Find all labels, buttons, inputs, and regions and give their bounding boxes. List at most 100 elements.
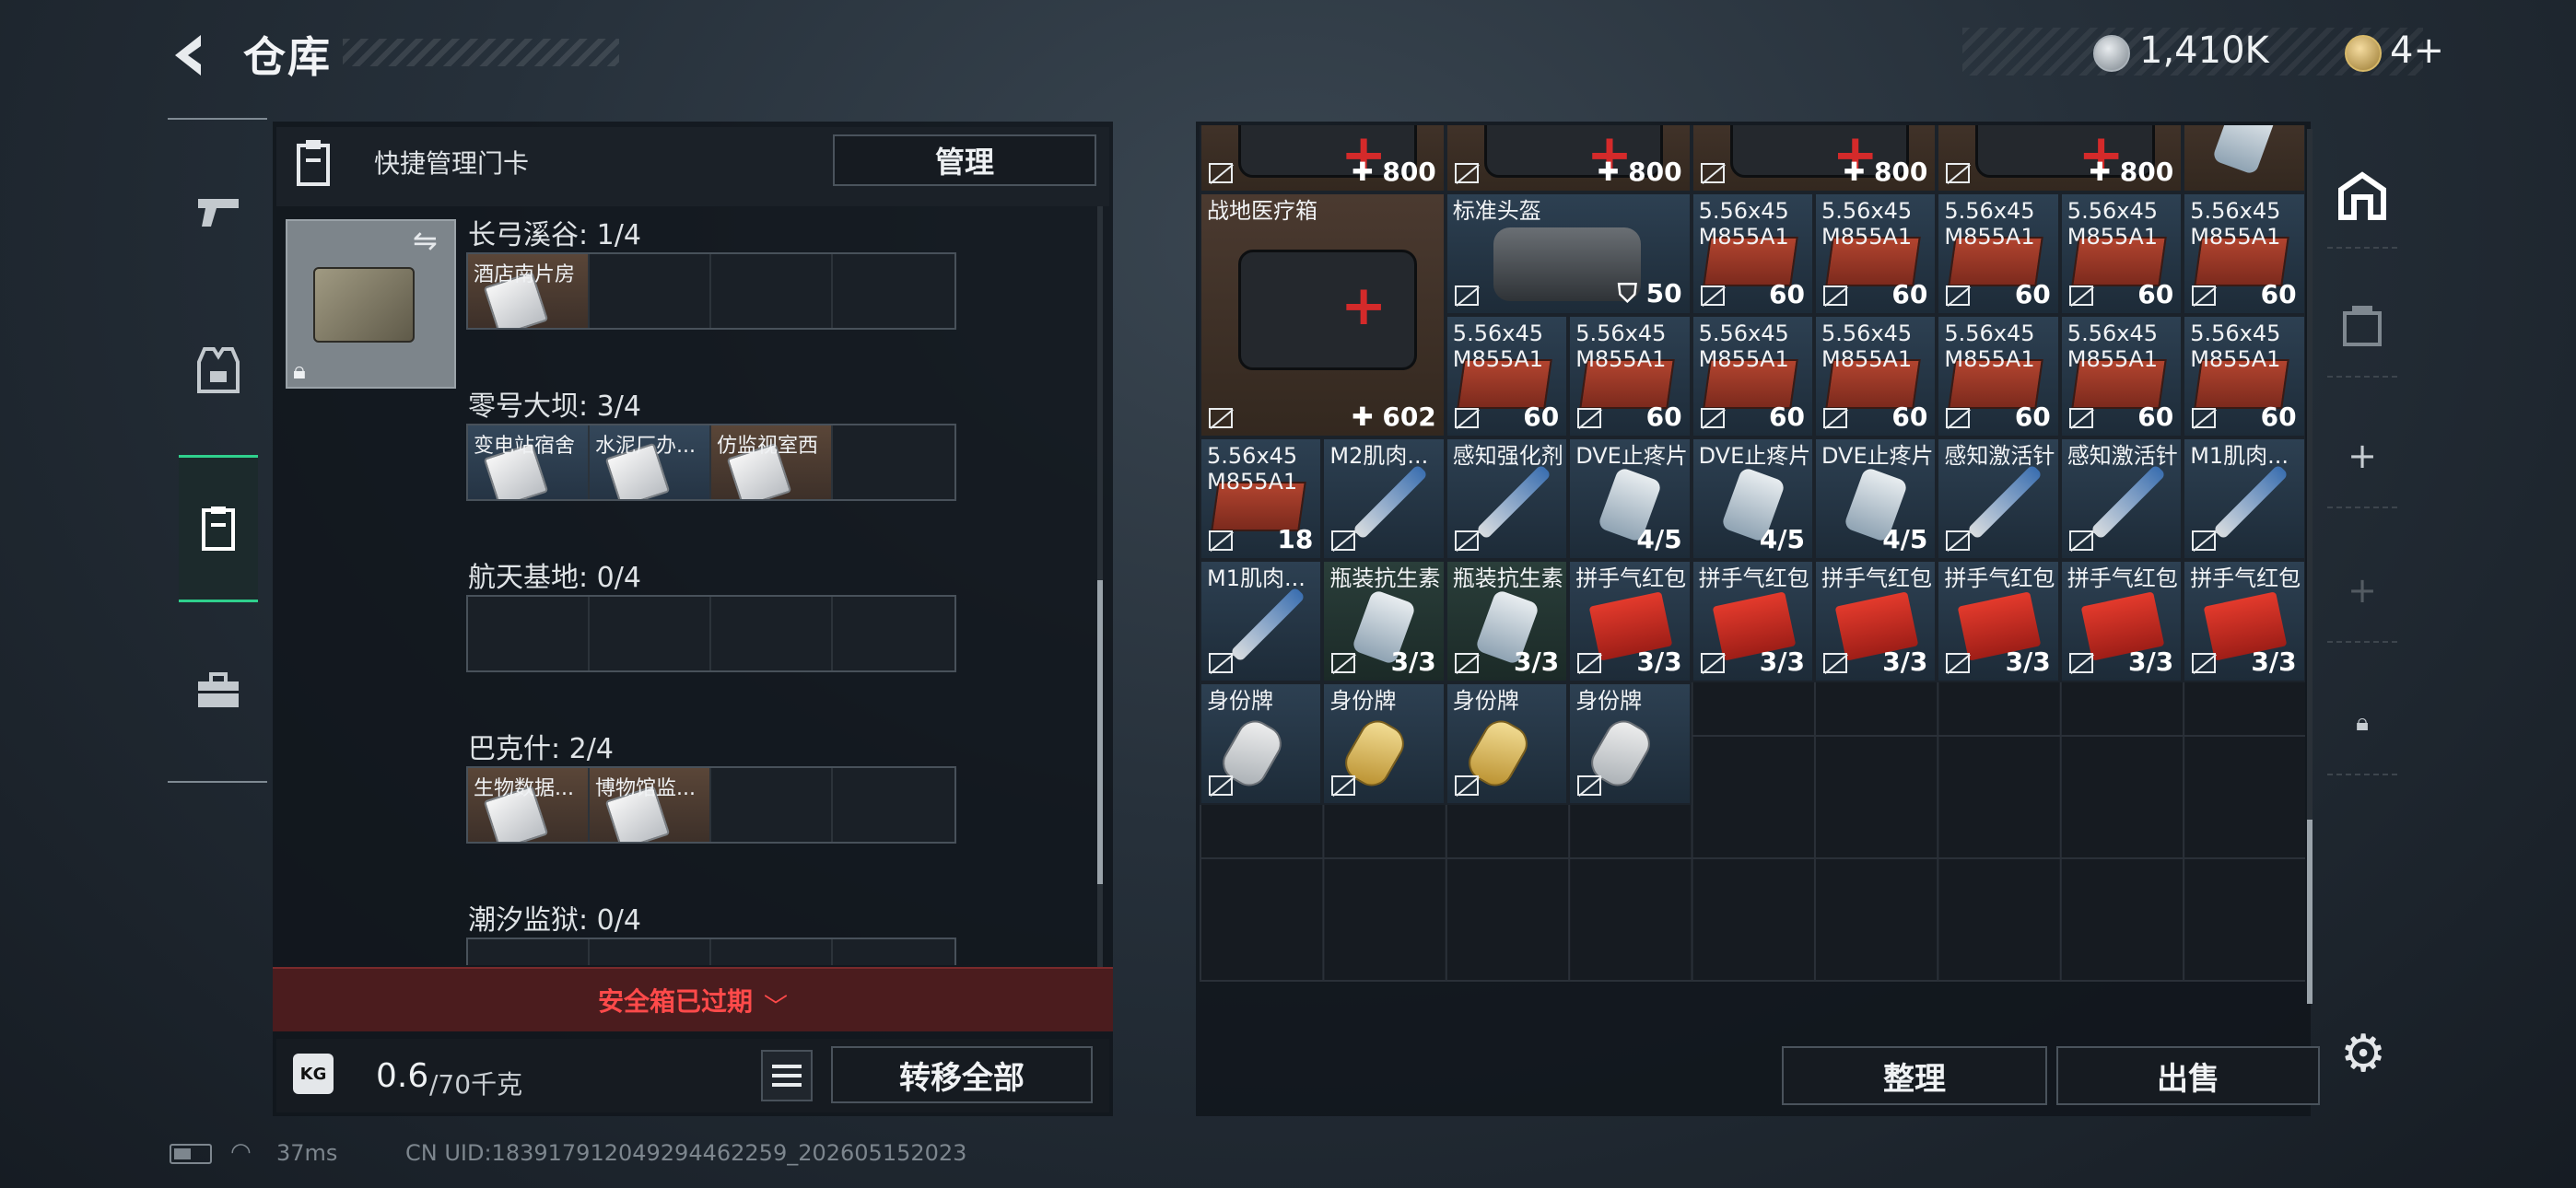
keycard-slot[interactable]: 仿监视室西: [711, 425, 833, 499]
empty-keycard-slot[interactable]: [833, 425, 954, 499]
stash-item[interactable]: 5.56x45 M855A1 60: [2059, 315, 2184, 437]
stash-item[interactable]: ✚ 800: [1937, 125, 2184, 192]
empty-keycard-slot[interactable]: [711, 254, 833, 328]
stash-item[interactable]: 5.56x45 M855A1 60: [1691, 315, 1814, 437]
stash-item[interactable]: 郁金香: [2183, 125, 2305, 192]
stash-item[interactable]: 瓶装抗生素 3/3: [1322, 560, 1446, 682]
stash-item[interactable]: ✚ 800: [1691, 125, 1938, 192]
empty-keycard-slot[interactable]: [590, 939, 711, 965]
add-stash-tab-2[interactable]: +: [2327, 540, 2397, 643]
stash-item[interactable]: DVE止疼片 4/5: [1814, 437, 1938, 560]
empty-keycard-slot[interactable]: [711, 939, 833, 965]
sell-button[interactable]: 出售: [2056, 1046, 2320, 1105]
keycard-slot[interactable]: 博物馆监...: [590, 768, 711, 842]
item-name: 5.56x45 M855A1: [2067, 320, 2158, 372]
empty-keycard-slot[interactable]: [833, 254, 954, 328]
stash-item[interactable]: ✚ 800: [1200, 125, 1446, 192]
wifi-icon: ◠: [230, 1138, 252, 1166]
untradeable-icon: [1577, 775, 1602, 796]
stash-item[interactable]: DVE止疼片 4/5: [1568, 437, 1692, 560]
item-image: [1229, 586, 1306, 663]
stash-item[interactable]: 瓶装抗生素 3/3: [1445, 560, 1569, 682]
stash-tab-2[interactable]: [2327, 274, 2397, 378]
empty-keycard-slot[interactable]: [711, 597, 833, 670]
stash-item[interactable]: 5.56x45 M855A1 60: [1937, 192, 2060, 315]
item-count-value: 60: [1769, 279, 1805, 309]
stash-grid[interactable]: ✚ 800✚ 800✚ 800✚ 800郁金香战地医疗箱✚ 602标准头盔⛉ 5…: [1200, 125, 2305, 982]
untradeable-icon: [1823, 285, 1847, 306]
stash-item[interactable]: 身份牌: [1445, 682, 1569, 805]
stash-item[interactable]: 5.56x45 M855A1 60: [1445, 315, 1569, 437]
empty-keycard-slot[interactable]: [711, 768, 833, 842]
stash-tab-main[interactable]: [2327, 146, 2397, 249]
empty-keycard-slot[interactable]: [833, 768, 954, 842]
stash-item[interactable]: 感知激活针: [1937, 437, 2060, 560]
keycard-slot[interactable]: 水泥厂办...: [590, 425, 711, 499]
locked-stash-tab[interactable]: 🔒︎: [2327, 672, 2397, 775]
item-name: M1肌肉...: [1207, 565, 1306, 591]
armor-shield-icon: ⛉: [1617, 278, 1646, 309]
stash-item[interactable]: 5.56x45 M855A1 60: [2183, 315, 2305, 437]
stash-item[interactable]: 5.56x45 M855A1 18: [1200, 437, 1323, 560]
item-count-value: 60: [1645, 402, 1682, 432]
list-view-icon[interactable]: [761, 1050, 813, 1101]
sort-button[interactable]: 整理: [1782, 1046, 2047, 1105]
empty-keycard-slot[interactable]: [833, 939, 954, 965]
item-count-value: 3/3: [1390, 646, 1436, 677]
item-count-value: 50: [1645, 278, 1682, 309]
keycard-slot[interactable]: 生物数据...: [468, 768, 590, 842]
stash-item[interactable]: 5.56x45 M855A1 60: [1568, 315, 1692, 437]
safebox-expired-banner[interactable]: 安全箱已过期 ﹀: [273, 967, 1113, 1031]
stash-item[interactable]: 拼手气红包 3/3: [2059, 560, 2184, 682]
stash-item[interactable]: 拼手气红包 3/3: [1814, 560, 1938, 682]
stash-item[interactable]: M2肌肉...: [1322, 437, 1446, 560]
stash-item[interactable]: 感知强化剂: [1445, 437, 1569, 560]
stash-item[interactable]: 战地医疗箱 ✚ 602: [1200, 192, 1446, 437]
item-count: 60: [2261, 402, 2297, 432]
stash-item[interactable]: ✚ 800: [1445, 125, 1692, 192]
item-count: 3/3: [2251, 646, 2296, 677]
item-count: 3/3: [1636, 646, 1681, 677]
heal-plus-icon: ✚: [1843, 157, 1874, 187]
keycard-slot[interactable]: 酒店南片房: [468, 254, 590, 328]
stash-item[interactable]: 5.56x45 M855A1 60: [1937, 315, 2060, 437]
empty-keycard-slot[interactable]: [468, 597, 590, 670]
item-name: 瓶装抗生素: [1329, 565, 1441, 591]
stash-item[interactable]: 拼手气红包 3/3: [1937, 560, 2060, 682]
transfer-all-button[interactable]: 转移全部: [831, 1046, 1093, 1103]
gear-icon[interactable]: ⚙: [2340, 1024, 2386, 1084]
keycard-slot[interactable]: 变电站宿舍: [468, 425, 590, 499]
empty-keycard-slot[interactable]: [833, 597, 954, 670]
stash-item[interactable]: 5.56x45 M855A1 60: [2183, 192, 2305, 315]
stash-item[interactable]: 标准头盔 ⛉ 50: [1445, 192, 1692, 315]
stash-item[interactable]: 拼手气红包 3/3: [2183, 560, 2305, 682]
stash-item[interactable]: 5.56x45 M855A1 60: [1691, 192, 1814, 315]
untradeable-icon: [2068, 285, 2093, 306]
item-count-value: 3/3: [2251, 646, 2297, 677]
empty-keycard-slot[interactable]: [468, 939, 590, 965]
stash-item[interactable]: 5.56x45 M855A1 60: [2059, 192, 2184, 315]
stash-item[interactable]: 5.56x45 M855A1 60: [1814, 315, 1938, 437]
stash-item[interactable]: M1肌肉...: [2183, 437, 2305, 560]
stash-item[interactable]: M1肌肉...: [1200, 560, 1323, 682]
item-name: 瓶装抗生素: [1452, 565, 1563, 591]
item-count: 60: [1891, 279, 1927, 309]
stash-item[interactable]: 感知激活针: [2059, 437, 2184, 560]
stash-scrollbar-thumb[interactable]: [2307, 820, 2313, 1004]
stash-item[interactable]: 身份牌: [1200, 682, 1323, 805]
item-count: 3/3: [1391, 646, 1436, 677]
stash-item[interactable]: 身份牌: [1568, 682, 1692, 805]
stash-item[interactable]: 拼手气红包 3/3: [1691, 560, 1814, 682]
stash-item[interactable]: DVE止疼片 4/5: [1691, 437, 1814, 560]
stash-item[interactable]: 身份牌: [1322, 682, 1446, 805]
item-count: 60: [1523, 402, 1559, 432]
keycard-scrollbar-thumb[interactable]: [1097, 580, 1103, 884]
stash-item[interactable]: 拼手气红包 3/3: [1568, 560, 1692, 682]
empty-keycard-slot[interactable]: [590, 254, 711, 328]
empty-keycard-slot[interactable]: [590, 597, 711, 670]
item-name: 5.56x45 M855A1: [1575, 320, 1667, 372]
add-stash-tab-1[interactable]: +: [2327, 405, 2397, 508]
untradeable-icon: [1209, 653, 1233, 673]
weight-value: 0.6: [376, 1057, 429, 1095]
stash-item[interactable]: 5.56x45 M855A1 60: [1814, 192, 1938, 315]
